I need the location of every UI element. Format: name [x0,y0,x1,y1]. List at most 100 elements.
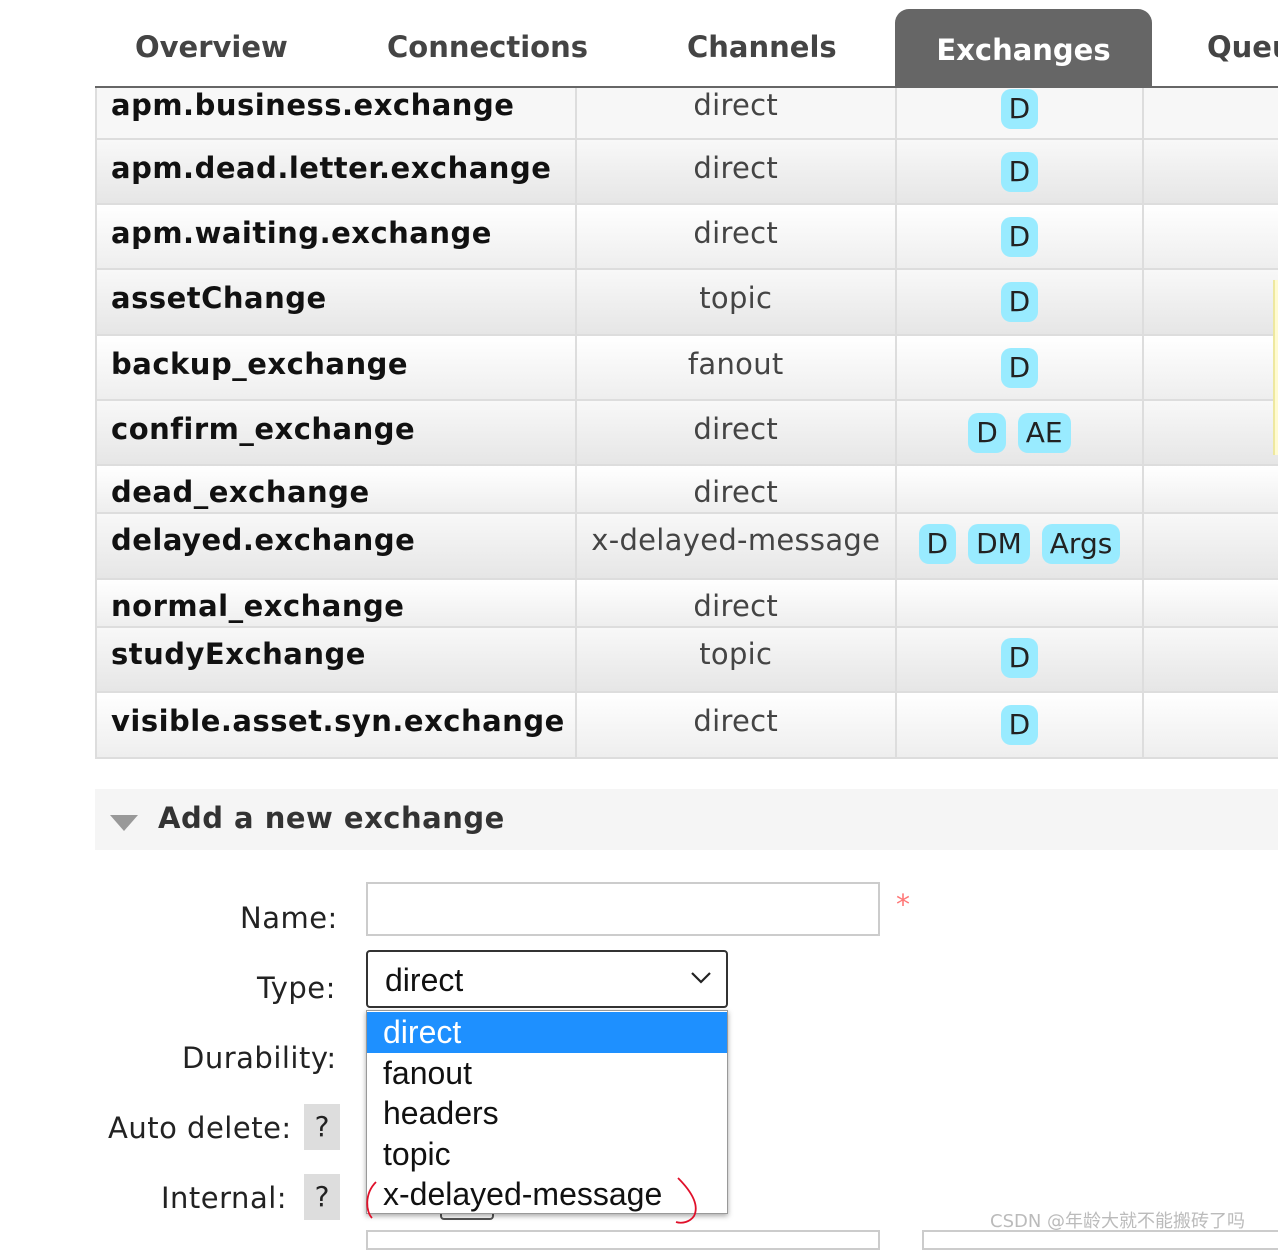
section-title: Add a new exchange [158,801,505,835]
type-select[interactable]: direct [366,950,728,1008]
chevron-down-icon [691,972,711,984]
exchange-features-cell: D [894,88,1145,140]
exchange-name-link[interactable]: apm.waiting.exchange [98,206,574,251]
exchange-type-cell: topic [574,268,897,336]
name-label: Name: [240,901,338,935]
feature-badge: D [918,524,957,564]
option-fanout[interactable]: fanout [367,1053,727,1094]
internal-help-button[interactable]: ? [304,1174,340,1220]
exchange-extra-cell [1142,399,1278,466]
exchange-features-cell: D [894,626,1145,693]
annotation-bracket [366,1177,697,1224]
feature-badge: D [1000,638,1039,678]
exchange-name-cell: normal_exchange [95,578,577,628]
exchange-extra-cell [1142,203,1278,270]
internal-label: Internal: [161,1181,288,1215]
exchange-extra-cell [1142,138,1278,205]
feature-badge: D [1000,152,1039,192]
exchange-features-cell: D [894,138,1145,205]
tab-exchanges[interactable]: Exchanges [895,9,1152,88]
feature-badge: DM [968,524,1030,564]
exchange-name-link[interactable]: apm.dead.letter.exchange [98,141,574,186]
exchange-type: topic [699,637,773,671]
exchange-extra-cell [1142,88,1278,140]
table-row[interactable]: delayed.exchange x-delayed-message D DM Args [95,512,1278,580]
table-row[interactable]: visible.asset.syn.exchange direct D [95,691,1278,759]
arguments-key-input[interactable] [366,1230,880,1250]
table-row[interactable]: confirm_exchange direct D AE [95,399,1278,466]
table-row[interactable]: studyExchange topic D [95,626,1278,693]
auto-delete-label: Auto delete: [108,1111,292,1145]
exchange-features-cell: D [894,691,1145,759]
exchange-extra-cell [1142,512,1278,580]
exchange-name-link[interactable]: normal_exchange [98,581,574,624]
exchange-type-cell: x-delayed-message [574,512,897,580]
table-row[interactable]: normal_exchange direct [95,578,1278,628]
table-row[interactable]: apm.business.exchange direct D [95,88,1278,140]
exchange-type: direct [693,88,779,122]
exchange-type-cell: direct [574,138,897,205]
type-label: Type: [257,971,336,1005]
required-mark: * [896,888,910,921]
tab-channels[interactable]: Channels [687,30,837,64]
exchange-features-cell: D [894,334,1145,401]
exchange-name-cell: assetChange [95,268,577,336]
exchanges-table-container: apm.business.exchange direct Dapm.dead.let… [95,88,1278,759]
table-row[interactable]: assetChange topic D [95,268,1278,336]
table-row[interactable]: dead_exchange direct [95,464,1278,514]
exchange-name-link[interactable]: backup_exchange [98,337,574,382]
exchange-extra-cell [1142,268,1278,336]
arguments-value-input[interactable] [922,1230,1278,1250]
exchange-name-cell: apm.business.exchange [95,88,577,140]
exchange-type: topic [699,281,773,315]
exchange-type: direct [693,412,779,446]
exchange-name-cell: apm.dead.letter.exchange [95,138,577,205]
table-row[interactable]: backup_exchange fanout D [95,334,1278,401]
feature-badge: D [1000,282,1039,322]
exchange-name-cell: visible.asset.syn.exchange [95,691,577,759]
exchange-name-link[interactable]: delayed.exchange [98,515,574,558]
table-row[interactable]: apm.dead.letter.exchange direct D [95,138,1278,205]
exchange-type-cell: topic [574,626,897,693]
option-direct[interactable]: direct [367,1012,727,1053]
exchange-features-cell: D DM Args [894,512,1145,580]
exchange-type-cell: direct [574,203,897,270]
collapse-triangle-icon[interactable] [110,815,138,831]
watermark: CSDN @年龄大就不能搬砖了吗 [990,1211,1246,1232]
exchange-extra-cell [1142,334,1278,401]
exchange-features-cell: D [894,268,1145,336]
tab-queues[interactable]: Queu [1207,30,1278,64]
option-topic[interactable]: topic [367,1134,727,1175]
top-nav: Overview Connections Channels Exchanges … [0,0,1278,88]
exchange-type-cell: direct [574,691,897,759]
exchange-name-link[interactable]: apm.business.exchange [98,88,574,123]
exchange-name-link[interactable]: confirm_exchange [98,402,574,447]
exchange-type-cell: direct [574,399,897,466]
exchange-type-cell: direct [574,464,897,514]
durability-label: Durability: [182,1041,337,1075]
tab-overview[interactable]: Overview [135,30,288,64]
exchange-name-link[interactable]: assetChange [98,271,574,316]
exchange-name-cell: studyExchange [95,626,577,693]
exchange-type: direct [693,704,779,738]
exchange-name-link[interactable]: studyExchange [98,629,574,672]
exchange-name-cell: confirm_exchange [95,399,577,466]
exchange-type: fanout [687,347,784,381]
exchange-type: direct [693,216,779,250]
feature-badge: D [1000,705,1039,745]
exchange-name-link[interactable]: dead_exchange [98,467,574,510]
table-row[interactable]: apm.waiting.exchange direct D [95,203,1278,270]
exchange-features-cell [894,578,1145,628]
feature-badge: D [1000,348,1039,388]
scrollbar-edge[interactable] [1273,280,1278,455]
add-exchange-section-header[interactable]: Add a new exchange [95,789,1278,850]
exchange-type: direct [693,151,779,185]
exchange-name-link[interactable]: visible.asset.syn.exchange [98,694,574,739]
option-headers[interactable]: headers [367,1093,727,1134]
exchange-name-cell: backup_exchange [95,334,577,401]
exchange-name-cell: delayed.exchange [95,512,577,580]
auto-delete-help-button[interactable]: ? [304,1104,340,1150]
exchange-name-cell: apm.waiting.exchange [95,203,577,270]
name-input[interactable] [366,882,880,936]
tab-connections[interactable]: Connections [387,30,588,64]
